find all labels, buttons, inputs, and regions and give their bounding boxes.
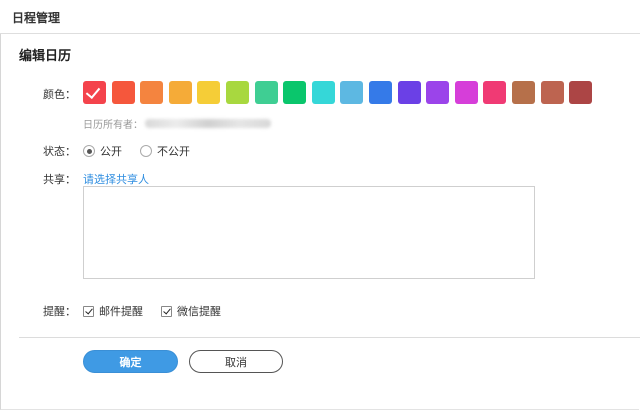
radio-public[interactable] [83, 145, 95, 157]
radio-private[interactable] [140, 145, 152, 157]
color-swatch-list [83, 81, 598, 104]
checkbox-wechat[interactable] [161, 305, 172, 317]
status-option-public[interactable]: 公开 [83, 143, 122, 159]
color-swatch[interactable] [540, 81, 564, 104]
checkbox-wechat-label: 微信提醒 [177, 305, 221, 318]
sharer-list-box[interactable] [83, 186, 535, 279]
color-swatch[interactable] [368, 81, 392, 104]
color-swatch[interactable] [340, 81, 364, 104]
share-label: 共享： [43, 173, 76, 186]
color-swatch[interactable] [454, 81, 478, 104]
status-radio-group: 公开 不公开 [83, 143, 208, 159]
color-swatch[interactable] [397, 81, 421, 104]
cancel-button[interactable]: 取消 [189, 350, 283, 373]
color-swatch[interactable] [483, 81, 507, 104]
reminder-option-wechat[interactable]: 微信提醒 [161, 303, 221, 319]
color-swatch[interactable] [426, 81, 450, 104]
radio-public-label: 公开 [100, 145, 122, 158]
color-swatch[interactable] [197, 81, 221, 104]
divider [19, 337, 640, 338]
status-label: 状态： [43, 145, 76, 158]
owner-value-redacted [145, 119, 271, 128]
check-icon [85, 83, 101, 100]
color-swatch[interactable] [168, 81, 192, 104]
top-bar: 日程管理 [0, 0, 640, 34]
color-swatch[interactable] [140, 81, 164, 104]
color-swatch[interactable] [225, 81, 249, 104]
checkbox-email-label: 邮件提醒 [99, 305, 143, 318]
reminder-option-email[interactable]: 邮件提醒 [83, 303, 143, 319]
status-option-private[interactable]: 不公开 [140, 143, 190, 159]
color-swatch[interactable] [254, 81, 278, 104]
color-swatch[interactable] [83, 81, 106, 104]
confirm-button[interactable]: 确定 [83, 350, 178, 373]
color-swatch[interactable] [569, 81, 593, 104]
color-swatch[interactable] [511, 81, 535, 104]
radio-private-label: 不公开 [157, 145, 190, 158]
color-label: 颜色： [43, 88, 76, 101]
select-sharer-link[interactable]: 请选择共享人 [83, 171, 149, 187]
checkbox-email[interactable] [83, 305, 94, 317]
calendar-owner: 日历所有者： [83, 116, 271, 131]
color-swatch[interactable] [283, 81, 307, 104]
color-swatch[interactable] [111, 81, 135, 104]
reminder-checkbox-group: 邮件提醒 微信提醒 [83, 303, 239, 319]
reminder-label: 提醒： [43, 305, 76, 318]
owner-label: 日历所有者： [83, 120, 143, 131]
color-swatch[interactable] [311, 81, 335, 104]
section-title: 编辑日历 [19, 49, 72, 64]
app-title: 日程管理 [12, 11, 61, 25]
